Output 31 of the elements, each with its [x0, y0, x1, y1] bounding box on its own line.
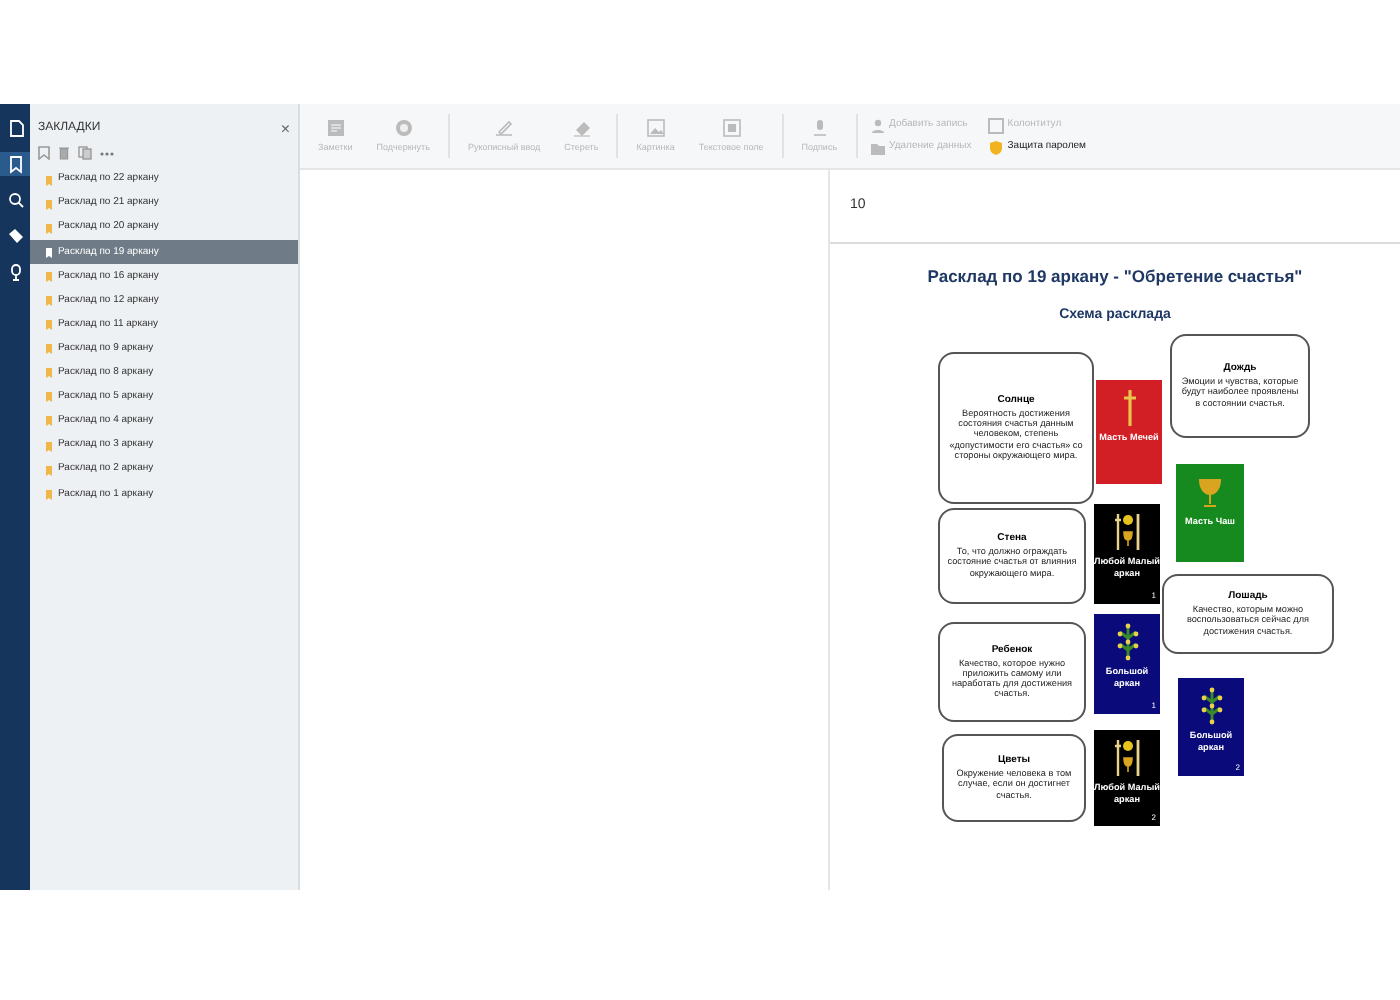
person-icon [869, 117, 886, 133]
rail-tab[interactable] [0, 152, 30, 176]
document-title: Расклад по 19 аркану - "Обретение счастья" [927, 264, 1303, 290]
page-icon [7, 119, 23, 137]
bookmark-icon [46, 465, 52, 476]
frame-icon [721, 117, 742, 138]
suit-symbols-icon [1111, 738, 1143, 779]
bookmark-icon [46, 247, 52, 258]
shield-icon [987, 139, 1004, 155]
bookmark-icon [46, 368, 52, 379]
search-icon [7, 191, 23, 209]
circle-icon [393, 117, 414, 138]
bookmark-icon [46, 344, 52, 355]
bookmark-icon [46, 441, 52, 452]
bookmark-icon [46, 392, 52, 403]
bookmark-icon [46, 416, 52, 427]
bookmark-icon [46, 223, 52, 234]
frame-icon [987, 117, 1004, 133]
eraser-icon [571, 117, 592, 138]
close-button[interactable]: × [280, 121, 290, 137]
image-icon [645, 117, 666, 138]
pen-icon [494, 117, 515, 138]
bookmark-icon [46, 175, 52, 186]
bookmark-icon [46, 296, 52, 307]
suit-symbols-icon [1111, 512, 1143, 553]
bookmark-icon [46, 489, 52, 500]
note-icon [325, 117, 346, 138]
folder-icon [869, 139, 886, 155]
bookmark-icon [46, 320, 52, 331]
bookmark-icon [46, 271, 52, 282]
bookmark-icon [46, 199, 52, 210]
